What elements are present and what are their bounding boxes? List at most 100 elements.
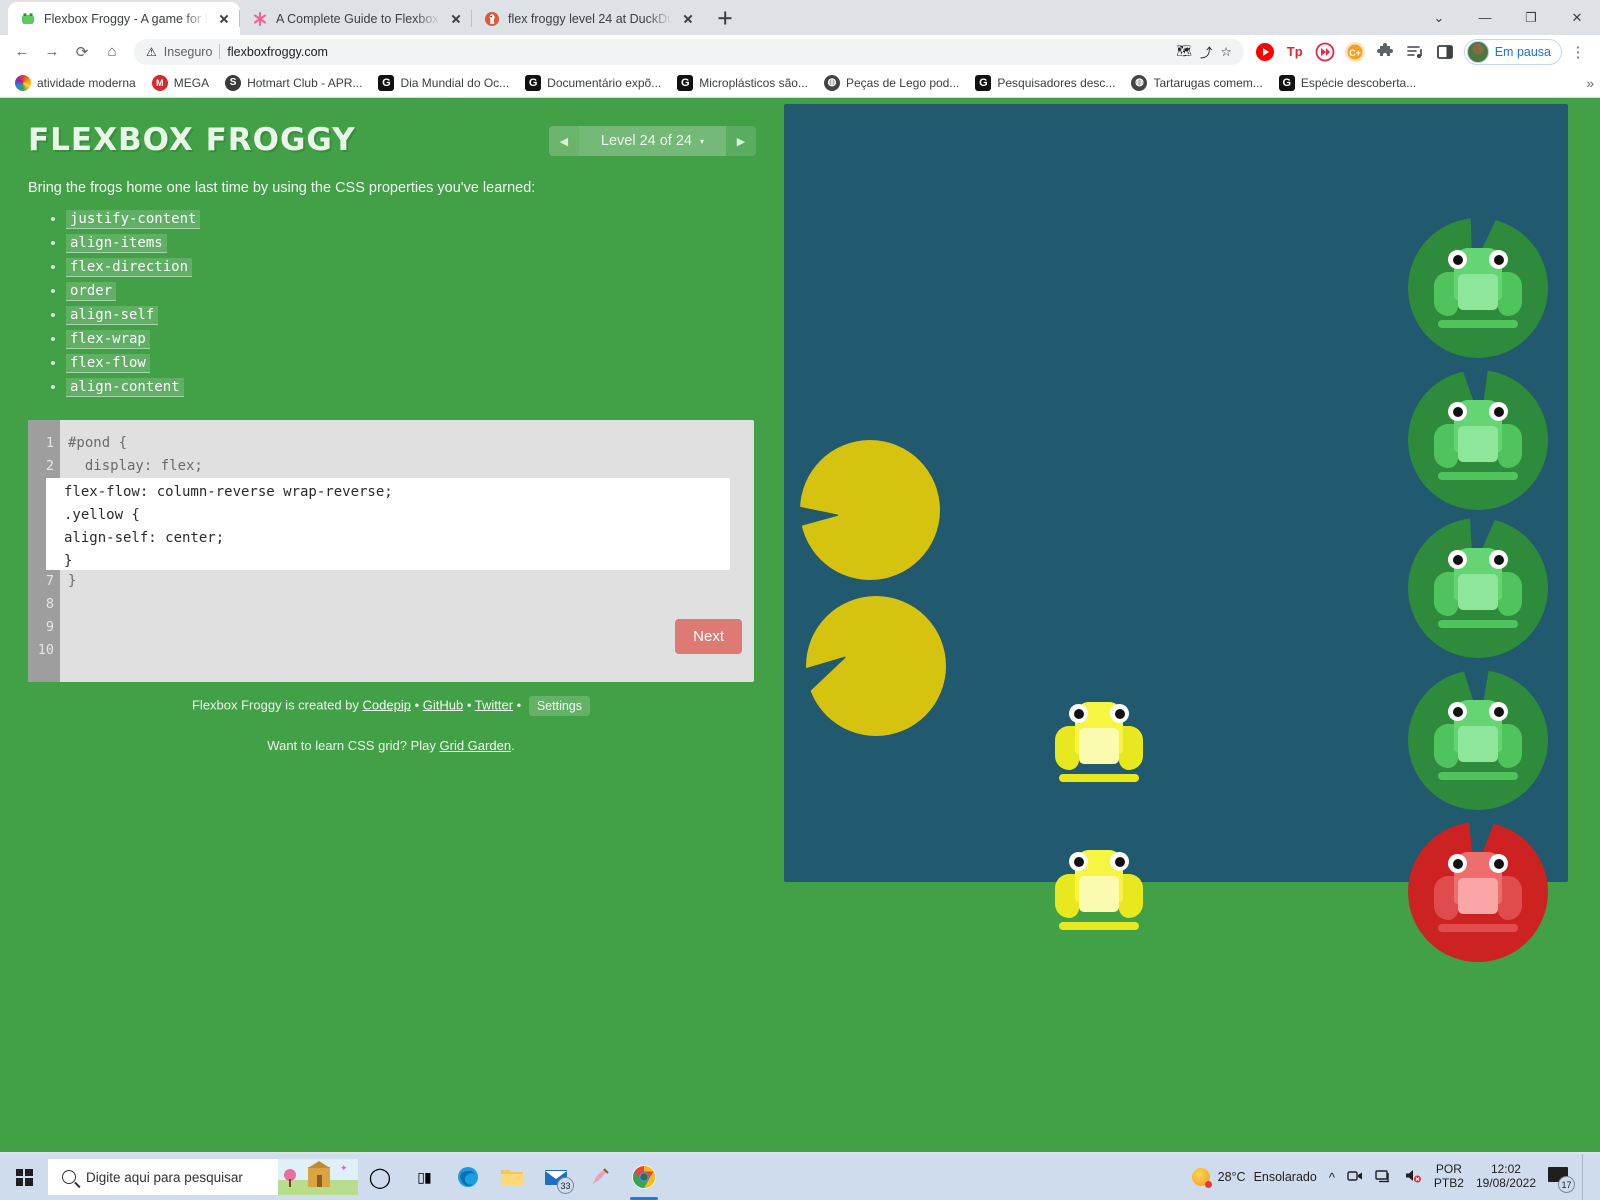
- windows-logo: [15, 1168, 33, 1186]
- coursera-plus-icon[interactable]: C+: [1342, 39, 1368, 65]
- close-icon[interactable]: [216, 11, 232, 27]
- close-icon: ✕: [1571, 10, 1583, 25]
- tab-title: flex froggy level 24 at DuckDuckG: [508, 11, 672, 26]
- address-bar[interactable]: ⚠ Inseguro flexboxfroggy.com 🗺 ⤴ ☆: [134, 38, 1244, 65]
- search-input[interactable]: Digite aqui para pesquisar ✦: [48, 1159, 358, 1195]
- bookmark-item[interactable]: S Hotmart Club - APR...: [218, 72, 369, 94]
- bookmark-item[interactable]: atividade moderna: [8, 72, 143, 94]
- frog-eye-left: [1448, 854, 1467, 873]
- bookmark-item[interactable]: G Microplásticos são...: [670, 72, 815, 94]
- avatar: [1466, 40, 1489, 63]
- list-item: order: [66, 282, 756, 301]
- three-dots-icon[interactable]: ⋮: [1564, 38, 1592, 66]
- github-link[interactable]: GitHub: [423, 697, 463, 712]
- next-button[interactable]: Next: [675, 619, 742, 654]
- star-icon[interactable]: ☆: [1221, 44, 1232, 59]
- puzzle-icon[interactable]: [1372, 39, 1398, 65]
- new-tab-button[interactable]: [710, 3, 740, 33]
- code-input-line: }: [64, 553, 73, 569]
- hotmart-icon: S: [225, 74, 242, 91]
- css-code-input[interactable]: flex-flow: column-reverse wrap-reverse; …: [46, 478, 730, 570]
- fastforward-icon[interactable]: [1312, 39, 1338, 65]
- browser-tab-1[interactable]: A Complete Guide to Flexbox | CS: [239, 2, 472, 35]
- twitter-link[interactable]: Twitter: [475, 697, 513, 712]
- separator: •: [463, 697, 475, 713]
- home-icon[interactable]: ⌂: [98, 38, 126, 66]
- level-selector[interactable]: Level 24 of 24 ▾: [578, 126, 726, 156]
- back-icon[interactable]: ←: [8, 38, 36, 66]
- paint-icon[interactable]: [578, 1154, 622, 1200]
- mail-icon[interactable]: 33: [534, 1154, 578, 1200]
- code-editor[interactable]: 1 2 3 4 5 6 7 8 9 10 #pond { display: fl…: [28, 420, 754, 682]
- camera-icon[interactable]: [1347, 1169, 1363, 1186]
- media-list-icon[interactable]: [1402, 39, 1428, 65]
- bookmark-item[interactable]: G Pesquisadores desc...: [968, 72, 1122, 94]
- grid-garden-link[interactable]: Grid Garden: [440, 738, 512, 753]
- bookmark-label: Microplásticos são...: [699, 75, 808, 90]
- reload-icon[interactable]: ⟳: [68, 38, 96, 66]
- divider: [219, 44, 221, 59]
- frog-pupil: [1493, 706, 1504, 717]
- code-line-prefix: display: flex;: [68, 458, 203, 474]
- frog-foot: [1438, 772, 1518, 780]
- tray-overflow-icon[interactable]: ^: [1329, 1170, 1335, 1185]
- minimize-button[interactable]: —: [1462, 0, 1508, 35]
- volume-muted-icon[interactable]: [1404, 1168, 1422, 1186]
- bookmark-label: Pesquisadores desc...: [997, 75, 1116, 90]
- lilypad-yellow-1: [800, 440, 940, 580]
- frog-belly: [1458, 574, 1498, 610]
- edge-icon[interactable]: [446, 1154, 490, 1200]
- profile-button[interactable]: Em pausa: [1463, 38, 1562, 65]
- frog-pupil: [1114, 856, 1125, 867]
- bookmark-item[interactable]: ◍ Tartarugas comem...: [1124, 72, 1269, 94]
- browser-tab-2[interactable]: flex froggy level 24 at DuckDuckG: [471, 2, 704, 35]
- next-level-arrow-icon[interactable]: ▶: [726, 126, 756, 156]
- bookmark-label: Hotmart Club - APR...: [247, 75, 363, 90]
- tab-search-button[interactable]: ⌄: [1416, 0, 1462, 35]
- bookmark-item[interactable]: ◍ Peças de Lego pod...: [817, 72, 966, 94]
- network-icon[interactable]: [1375, 1169, 1392, 1186]
- translate-icon[interactable]: 🗺: [1176, 44, 1192, 59]
- chrome-icon[interactable]: [622, 1154, 666, 1200]
- bookmark-item[interactable]: G Documentário expõ...: [518, 72, 668, 94]
- prev-level-arrow-icon[interactable]: ◀: [548, 126, 579, 156]
- weather-widget[interactable]: 28°C Ensolarado: [1191, 1168, 1317, 1188]
- promo-suffix: .: [511, 738, 515, 753]
- codepip-link[interactable]: Codepip: [363, 697, 411, 712]
- credits-prefix: Flexbox Froggy is created by: [191, 697, 363, 713]
- notifications-icon[interactable]: 17: [1548, 1167, 1575, 1193]
- browser-tab-0[interactable]: Flexbox Froggy - A game for lear: [8, 2, 240, 35]
- extensions-row: Tp C+: [1252, 39, 1458, 65]
- game-header: FLEXBOX FROGGY ◀ Level 24 of 24 ▾ ▶: [28, 122, 756, 158]
- maximize-button[interactable]: ❐: [1508, 0, 1554, 35]
- windows-start-icon[interactable]: [0, 1154, 48, 1200]
- clock-date: 19/08/2022: [1475, 1176, 1536, 1190]
- bookmark-label: atividade moderna: [37, 75, 136, 90]
- frog-foot: [1438, 924, 1518, 932]
- tp-icon[interactable]: Tp: [1282, 39, 1308, 65]
- forward-icon[interactable]: →: [38, 38, 66, 66]
- clock[interactable]: 12:02 19/08/2022: [1475, 1162, 1536, 1191]
- cortana-icon[interactable]: ◯: [358, 1154, 402, 1200]
- file-explorer-icon[interactable]: [490, 1154, 534, 1200]
- side-panel-icon[interactable]: [1432, 39, 1458, 65]
- taskbar: Digite aqui para pesquisar ✦ ◯ ▯▮ 33 28°…: [0, 1154, 1600, 1200]
- frog-foot: [1438, 472, 1518, 480]
- task-view-icon[interactable]: ▯▮: [402, 1154, 446, 1200]
- close-window-button[interactable]: ✕: [1554, 0, 1600, 35]
- bookmark-item[interactable]: M MEGA: [145, 72, 216, 94]
- bookmark-item[interactable]: G Espécie descoberta...: [1272, 72, 1423, 94]
- settings-button[interactable]: Settings: [528, 696, 590, 716]
- youtube-icon[interactable]: [1252, 39, 1278, 65]
- list-item: align-items: [66, 234, 756, 253]
- share-icon[interactable]: ⤴: [1200, 42, 1213, 61]
- close-icon[interactable]: [680, 11, 696, 27]
- chevron-down-icon: ⌄: [1433, 10, 1445, 25]
- frog-yellow-1: [1053, 702, 1145, 782]
- bookmarks-overflow-icon[interactable]: »: [1586, 75, 1594, 91]
- language-indicator[interactable]: POR PTB2: [1434, 1162, 1464, 1191]
- bookmark-item[interactable]: G Dia Mundial do Oc...: [371, 72, 516, 94]
- frog-pupil: [1452, 706, 1463, 717]
- show-desktop-button[interactable]: [1582, 1154, 1590, 1200]
- close-icon[interactable]: [448, 11, 464, 27]
